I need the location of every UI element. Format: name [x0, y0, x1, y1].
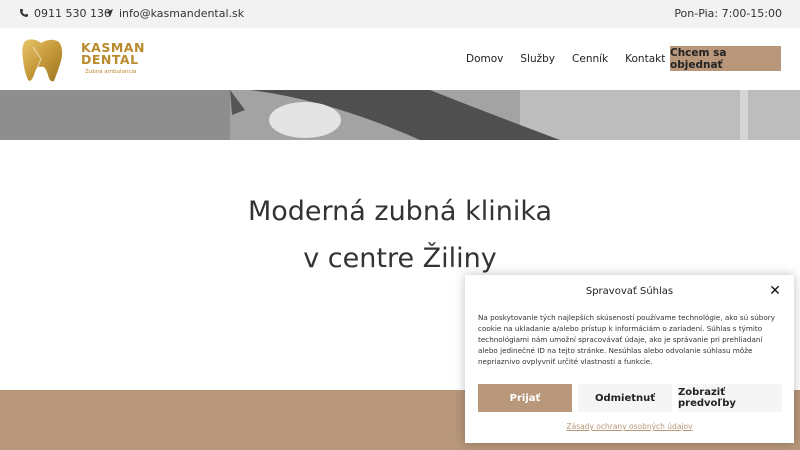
logo[interactable]: KASMAN DENTAL Zubná ambulancia	[21, 37, 145, 83]
nav-item-kontakt[interactable]: Kontakt	[625, 53, 665, 65]
deny-button[interactable]: Odmietnuť	[578, 384, 672, 412]
logo-line2: DENTAL	[81, 52, 139, 67]
consent-text: Na poskytovanie tých najlepších skúsenos…	[478, 313, 775, 366]
page-title-line2: v centre Žiliny	[303, 243, 497, 274]
close-icon[interactable]: ✕	[768, 284, 782, 298]
nav-item-domov[interactable]: Domov	[466, 53, 503, 65]
tooth-logo-icon	[22, 39, 63, 82]
nav-item-cennik[interactable]: Cenník	[572, 53, 608, 65]
nav-item-sluzby[interactable]: Služby	[520, 53, 555, 65]
logo-subtitle: Zubná ambulancia	[85, 69, 137, 75]
email-address: info@kasmandental.sk	[119, 7, 245, 20]
main-nav: Domov Služby Cenník Kontakt	[466, 53, 682, 65]
accept-button[interactable]: Prijať	[478, 384, 572, 412]
page-title-line1: Moderná zubná klinika	[247, 196, 553, 227]
privacy-policy-link[interactable]: Zásady ochrany osobných údajov	[465, 422, 794, 431]
phone-icon	[19, 8, 29, 20]
contact-bar: 0911 530 130 info@kasmandental.sk Pon-Pi…	[0, 0, 800, 28]
logo-text: KASMAN DENTAL Zubná ambulancia	[81, 41, 145, 75]
consent-title: Spravovať Súhlas	[585, 286, 674, 297]
cookie-consent-dialog: Spravovať Súhlas ✕ Na poskytovanie tých …	[465, 275, 794, 443]
preferences-button[interactable]: Zobraziť predvoľby	[678, 384, 782, 412]
email-link[interactable]: info@kasmandental.sk	[104, 7, 244, 20]
opening-hours: Pon-Pia: 7:00-15:00	[674, 7, 782, 20]
phone-link[interactable]: 0911 530 130	[19, 7, 111, 20]
phone-number: 0911 530 130	[34, 7, 111, 20]
paper-plane-icon	[104, 8, 114, 20]
site-header: KASMAN DENTAL Zubná ambulancia Domov Slu…	[0, 28, 800, 90]
book-appointment-button[interactable]: Chcem sa objednať	[670, 46, 781, 71]
dental-chair-photo	[0, 90, 800, 140]
hero-image	[0, 90, 800, 140]
